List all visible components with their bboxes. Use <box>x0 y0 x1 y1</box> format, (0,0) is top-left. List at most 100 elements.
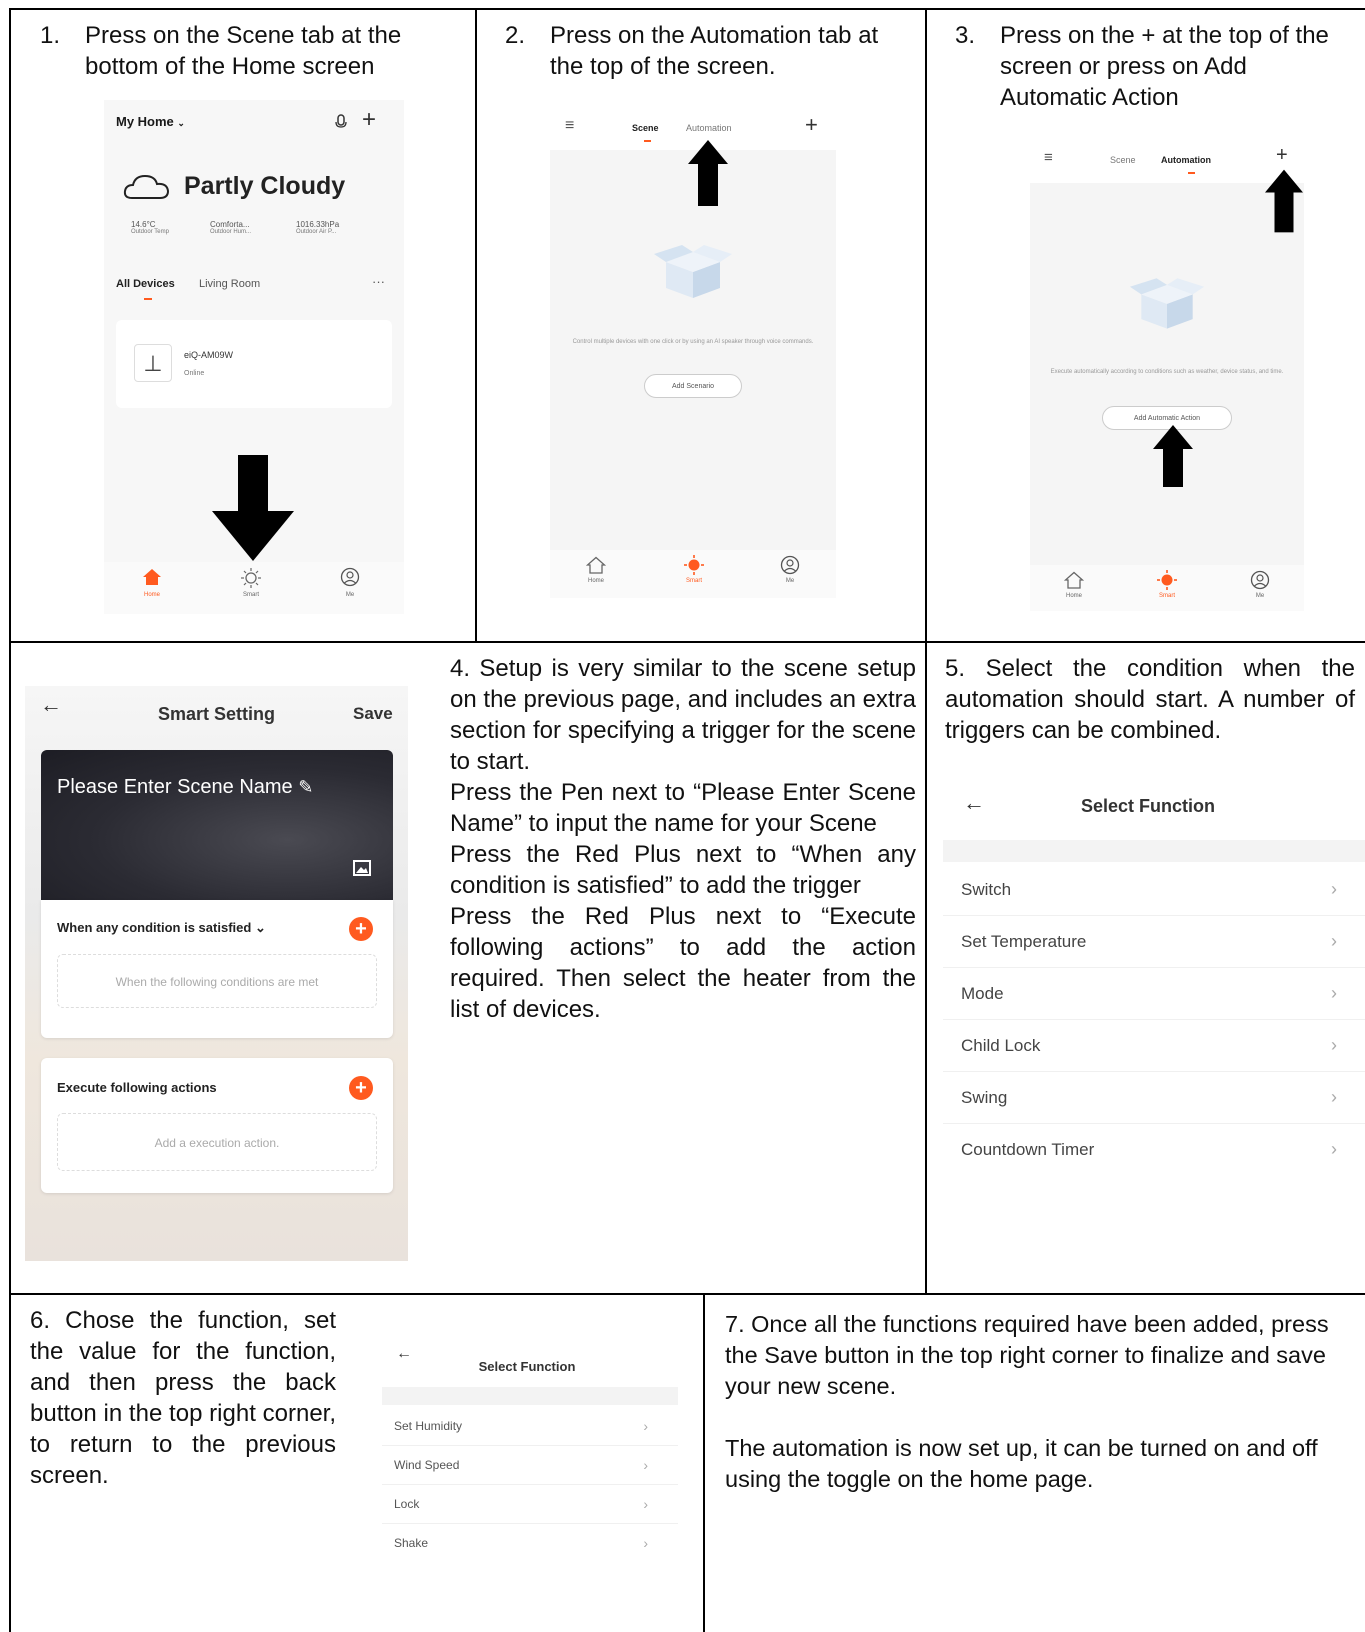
device-card[interactable]: ⊥ eiQ-AM09W Online <box>116 320 392 408</box>
step6-select-function-screen: ← Select Function Set Humidity › Wind Sp… <box>382 1345 678 1551</box>
save-button[interactable]: Save <box>353 704 393 724</box>
chevron-right-icon: › <box>1331 983 1337 1003</box>
nav-me-label: Me <box>345 592 355 598</box>
step4-instruction: 4. Setup is very similar to the scene se… <box>450 653 916 1025</box>
tab-scene[interactable]: Scene <box>1110 155 1136 165</box>
chevron-right-icon: › <box>643 1457 648 1473</box>
row-divider-1 <box>9 641 1365 643</box>
step3-instruction: 3. Press on the + at the top of the scre… <box>955 20 1355 113</box>
hamburger-icon[interactable]: ≡ <box>565 117 574 135</box>
microphone-icon[interactable] <box>334 114 348 130</box>
function-item-countdown-timer[interactable]: Countdown Timer › <box>943 1124 1365 1175</box>
action-placeholder-text: Add a execution action. <box>154 1136 280 1150</box>
arrow-up-icon <box>688 140 728 206</box>
cloud-icon <box>123 174 170 199</box>
row-divider-2 <box>9 1293 1365 1295</box>
step7-paragraph-2: The automation is now set up, it can be … <box>725 1435 1318 1492</box>
home-title[interactable]: My Home ⌄ <box>116 114 185 129</box>
chevron-right-icon: › <box>1331 931 1337 951</box>
home-icon[interactable] <box>142 568 162 586</box>
step4-phone-screenshot: ← Smart Setting Save Please Enter Scene … <box>25 686 408 1261</box>
step1-text: Press on the Scene tab at the bottom of … <box>85 22 402 80</box>
function-item-set-humidity[interactable]: Set Humidity › <box>382 1407 678 1446</box>
sun-icon[interactable] <box>1156 569 1178 591</box>
sun-icon[interactable] <box>240 567 262 589</box>
empty-state-text: Control multiple devices with one click … <box>572 339 814 345</box>
condition-placeholder-text: When the following conditions are met <box>115 975 319 989</box>
sun-icon[interactable] <box>683 554 705 576</box>
person-icon[interactable] <box>340 567 360 587</box>
function-item-swing[interactable]: Swing › <box>943 1072 1365 1124</box>
home-icon[interactable] <box>1064 571 1084 589</box>
tab-automation-indicator <box>1188 172 1195 174</box>
condition-card: When any condition is satisfied ⌄ + When… <box>41 900 393 1038</box>
action-placeholder-box[interactable]: Add a execution action. <box>57 1113 377 1171</box>
nav-smart-label: Smart <box>242 592 259 598</box>
add-scenario-button[interactable]: Add Scenario <box>644 374 742 398</box>
add-condition-plus-icon[interactable]: + <box>349 917 373 941</box>
nav-smart-label: Smart <box>1158 593 1175 599</box>
function-item-lock[interactable]: Lock › <box>382 1485 678 1524</box>
function-item-wind-speed[interactable]: Wind Speed › <box>382 1446 678 1485</box>
add-action-plus-icon[interactable]: + <box>349 1076 373 1100</box>
chevron-right-icon: › <box>1331 1139 1337 1159</box>
pen-icon[interactable]: ✎ <box>298 777 313 797</box>
tab-living-room[interactable]: Living Room <box>199 278 260 290</box>
tab-active-indicator <box>144 298 152 300</box>
tab-scene[interactable]: Scene <box>632 123 659 133</box>
step4-paragraph-1: 4. Setup is very similar to the scene se… <box>450 655 916 775</box>
add-plus-icon[interactable]: + <box>362 106 376 134</box>
content-area: Execute automatically according to condi… <box>1030 183 1304 565</box>
tab-scene-indicator <box>644 140 651 142</box>
function-item-set-temperature[interactable]: Set Temperature › <box>943 916 1365 968</box>
person-icon[interactable] <box>1250 570 1270 590</box>
box-icon <box>654 245 732 298</box>
image-icon[interactable] <box>353 860 371 876</box>
step2-number: 2. <box>505 22 526 49</box>
step7-paragraph-1: 7. Once all the functions required have … <box>725 1311 1329 1399</box>
action-header: Execute following actions <box>57 1080 217 1095</box>
step2-instruction: 2. Press on the Automation tab at the to… <box>505 20 915 82</box>
arrow-up-icon <box>1265 169 1303 233</box>
stat-temp: 14.6°C Outdoor Temp <box>131 220 169 235</box>
bottom-nav: Home Smart Me <box>1030 565 1304 611</box>
tab-automation[interactable]: Automation <box>686 123 732 133</box>
add-plus-icon[interactable]: + <box>1276 144 1288 167</box>
function-list: Set Humidity › Wind Speed › Lock › Shake… <box>382 1407 678 1562</box>
function-item-mode[interactable]: Mode › <box>943 968 1365 1020</box>
row1-divider-b <box>925 8 927 1294</box>
condition-placeholder-box[interactable]: When the following conditions are met <box>57 954 377 1008</box>
table-border-left <box>9 8 11 1632</box>
arrow-down-icon <box>212 455 294 561</box>
chevron-right-icon: › <box>643 1496 648 1512</box>
condition-header[interactable]: When any condition is satisfied ⌄ <box>57 920 266 936</box>
tab-all-devices[interactable]: All Devices <box>116 278 175 290</box>
home-icon[interactable] <box>586 556 606 574</box>
step7-number: 7. <box>725 1311 745 1337</box>
empty-state-text: Execute automatically according to condi… <box>1050 369 1284 375</box>
step3-text: Press on the + at the top of the screen … <box>1000 22 1329 111</box>
nav-home-label: Home <box>587 578 604 584</box>
chevron-right-icon: › <box>1331 1035 1337 1055</box>
more-options-icon[interactable]: ··· <box>372 274 385 289</box>
step1-number: 1. <box>40 22 61 49</box>
device-thumbnail: ⊥ <box>134 344 172 382</box>
step5-instruction: 5. Select the condition when the automat… <box>945 653 1355 746</box>
scene-header-image: Please Enter Scene Name ✎ <box>41 750 393 900</box>
hamburger-icon[interactable]: ≡ <box>1044 149 1053 166</box>
person-icon[interactable] <box>780 555 800 575</box>
function-item-shake[interactable]: Shake › <box>382 1524 678 1562</box>
function-item-child-lock[interactable]: Child Lock › <box>943 1020 1365 1072</box>
row1-divider-a <box>475 8 477 642</box>
stat-pressure: 1016.33hPa Outdoor Air P... <box>296 220 340 235</box>
function-item-switch[interactable]: Switch › <box>943 864 1365 916</box>
tab-automation[interactable]: Automation <box>1161 155 1211 165</box>
scene-name-input[interactable]: Please Enter Scene Name ✎ <box>57 776 313 799</box>
nav-home-label: Home <box>143 592 160 598</box>
step4-paragraph-4: Press the Red Plus next to “Execute foll… <box>450 903 916 1023</box>
add-plus-icon[interactable]: + <box>805 112 818 138</box>
step3-phone-screenshot: ≡ Scene Automation + Execute automatical… <box>1030 143 1304 611</box>
step6-instruction: 6. Chose the function, set the value for… <box>30 1305 336 1491</box>
search-bar-strip <box>943 840 1365 862</box>
